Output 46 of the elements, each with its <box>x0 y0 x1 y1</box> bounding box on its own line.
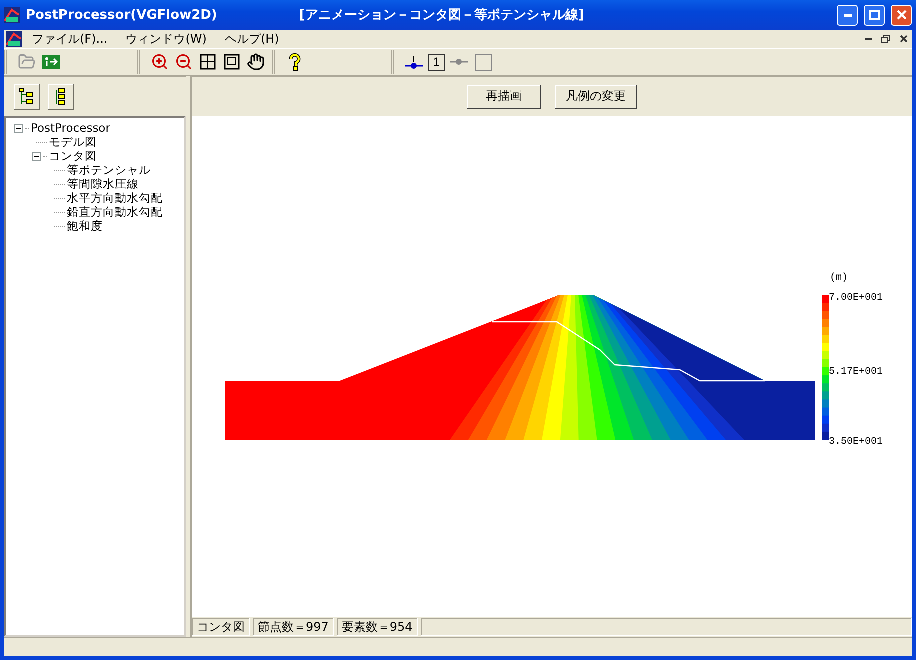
window-title: PostProcessor(VGFlow2D) <box>26 8 218 22</box>
collapse-toggle-icon[interactable] <box>32 152 41 160</box>
tree-item[interactable]: モデル図 <box>49 134 97 150</box>
close-icon <box>900 35 908 43</box>
hand-icon[interactable] <box>246 52 266 72</box>
tree-icon <box>19 88 35 106</box>
zoom-in-icon[interactable] <box>150 52 170 72</box>
action-button[interactable]: 凡例の変更 <box>555 84 637 108</box>
legend-label: 5.17E+001 <box>829 367 884 378</box>
tree-item[interactable]: 水平方向動水勾配 <box>67 190 163 206</box>
minimize-button[interactable] <box>837 4 858 26</box>
tree-expand-button[interactable] <box>14 84 40 110</box>
tree-item[interactable]: コンタ図 <box>49 148 97 164</box>
maximize-icon <box>869 10 880 20</box>
legend-label: 3.50E+001 <box>829 437 884 448</box>
tree-item[interactable]: 飽和度 <box>67 218 103 234</box>
legend-unit: (m) <box>830 273 848 284</box>
legend-label: 7.00E+001 <box>829 293 884 304</box>
menu-item[interactable]: ファイル(F)... <box>24 30 116 48</box>
tree-item[interactable]: 等ポテンシャル <box>67 162 151 178</box>
fit-grid-icon[interactable] <box>198 52 218 72</box>
maximize-button[interactable] <box>864 4 885 26</box>
status-field: 節点数＝997 <box>253 618 334 636</box>
status-field: コンタ図 <box>192 618 250 636</box>
minimize-icon <box>844 14 852 16</box>
app-icon <box>6 31 22 47</box>
tree-collapse-button[interactable] <box>48 84 74 110</box>
minimize-icon <box>864 38 872 40</box>
action-button[interactable]: 再描画 <box>467 84 541 108</box>
status-field: 要素数＝954 <box>336 618 418 636</box>
tree-item[interactable]: 等間隙水圧線 <box>67 176 139 192</box>
menu-item[interactable]: ウィンドウ(W) <box>118 30 215 48</box>
zoom-out-icon[interactable] <box>174 52 194 72</box>
blank-square-icon[interactable] <box>473 52 493 72</box>
menu-item[interactable]: ヘルプ(H) <box>216 30 288 48</box>
frame-icon[interactable] <box>222 52 242 72</box>
exit-icon[interactable] <box>41 52 61 72</box>
restore-icon <box>881 34 891 44</box>
app-icon <box>4 7 20 23</box>
number-toggle[interactable]: 1 <box>428 54 445 70</box>
collapse-toggle-icon[interactable] <box>14 124 23 132</box>
close-icon <box>896 10 906 20</box>
tree-item[interactable]: 鉛直方向動水勾配 <box>67 204 163 220</box>
tree-item[interactable]: PostProcessor <box>31 121 110 135</box>
close-button[interactable] <box>891 4 912 26</box>
document-title: [アニメーション－コンタ図－等ポテンシャル線] <box>299 7 584 24</box>
